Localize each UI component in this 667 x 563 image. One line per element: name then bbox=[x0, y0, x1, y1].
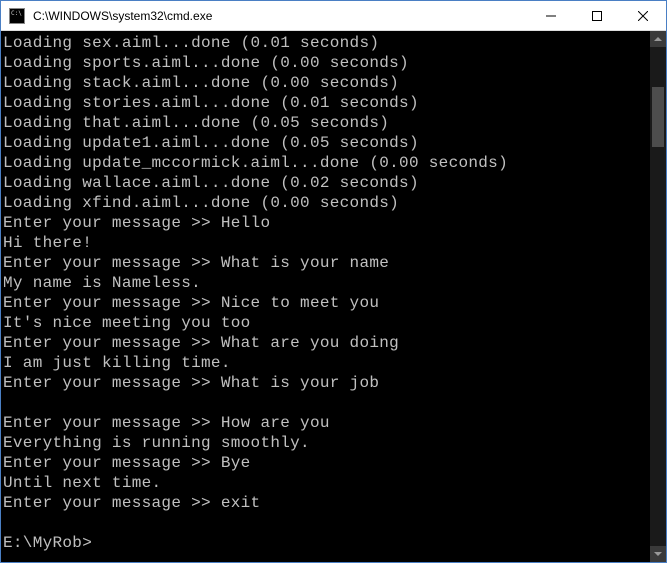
maximize-button[interactable] bbox=[574, 1, 620, 30]
titlebar[interactable]: C:\WINDOWS\system32\cmd.exe bbox=[1, 1, 666, 31]
window-title: C:\WINDOWS\system32\cmd.exe bbox=[31, 9, 528, 23]
scroll-down-button[interactable] bbox=[650, 546, 666, 562]
cmd-window: C:\WINDOWS\system32\cmd.exe Loading sex.… bbox=[0, 0, 667, 563]
maximize-icon bbox=[592, 11, 602, 21]
close-icon bbox=[638, 11, 648, 21]
scrollbar-track[interactable] bbox=[650, 47, 666, 546]
scroll-up-button[interactable] bbox=[650, 31, 666, 47]
cmd-icon bbox=[9, 8, 25, 24]
chevron-down-icon bbox=[654, 552, 662, 556]
close-button[interactable] bbox=[620, 1, 666, 30]
chevron-up-icon bbox=[654, 37, 662, 41]
minimize-icon bbox=[546, 11, 556, 21]
terminal-output[interactable]: Loading sex.aiml...done (0.01 seconds) L… bbox=[1, 31, 650, 562]
terminal-area: Loading sex.aiml...done (0.01 seconds) L… bbox=[1, 31, 666, 562]
scrollbar-thumb[interactable] bbox=[652, 87, 664, 147]
window-controls bbox=[528, 1, 666, 30]
vertical-scrollbar[interactable] bbox=[650, 31, 666, 562]
minimize-button[interactable] bbox=[528, 1, 574, 30]
